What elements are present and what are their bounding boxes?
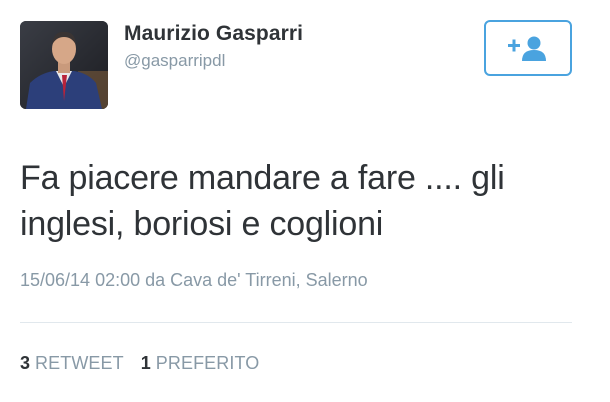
favorites-count: 1 — [140, 353, 151, 373]
tweet-text: Fa piacere mandare a fare .... gli ingle… — [20, 159, 505, 243]
favorites-label: PREFERITO — [155, 353, 260, 373]
display-name[interactable]: Maurizio Gasparri — [124, 22, 303, 46]
retweets-stat[interactable]: 3 RETWEET — [20, 353, 124, 374]
favorites-stat[interactable]: 1 PREFERITO — [141, 353, 260, 374]
avatar-photo — [20, 21, 108, 109]
retweets-label: RETWEET — [35, 353, 124, 373]
retweets-count: 3 — [20, 353, 31, 373]
tweet-card: Maurizio Gasparri @gasparripdl Fa piacer… — [0, 0, 610, 402]
add-user-icon — [508, 36, 546, 61]
avatar[interactable] — [20, 21, 108, 109]
tweet-stats: 3 RETWEET 1 PREFERITO — [20, 353, 271, 374]
divider — [20, 322, 572, 323]
user-handle[interactable]: @gasparripdl — [124, 51, 225, 71]
tweet-timestamp[interactable]: 15/06/14 02:00 da Cava de' Tirreni, Sale… — [20, 270, 368, 291]
follow-button[interactable] — [484, 20, 572, 76]
